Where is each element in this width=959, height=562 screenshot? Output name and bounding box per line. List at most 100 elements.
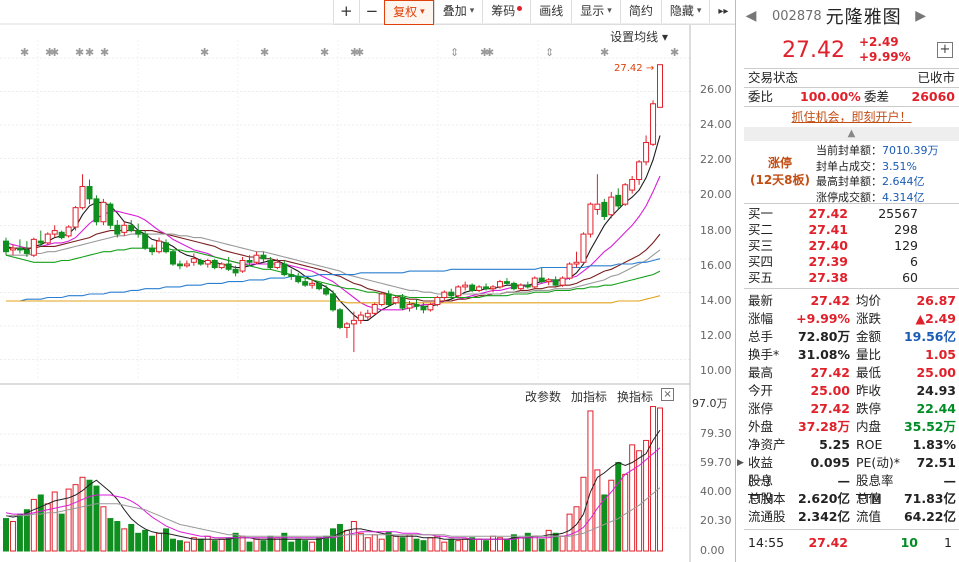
bid-row[interactable]: 买一 27.42 25567 [744,206,959,222]
candle-up [239,260,246,272]
limit-up-subtitle: (12天8板) [749,173,811,187]
candle-up [587,203,594,235]
candle-down [225,263,232,270]
candle-up [608,196,615,216]
candle-up [434,296,441,306]
quote-value: 27.42 [810,401,850,416]
volume-bar [169,538,176,552]
weicha-value: 26060 [911,89,956,104]
volume-bar [211,540,218,552]
quote-key: 最低 [856,365,882,380]
bid-row[interactable]: 买四 27.39 6 [744,254,959,270]
candle-up [392,296,399,304]
quote-key: ROE [856,437,883,452]
bid-row[interactable]: 买五 27.38 60 [744,270,959,286]
candle-up [190,258,197,263]
kline-chart-area[interactable]: ✱ ✱ ✱ ✱ ✱ ✱ ✱ ✱ ✱ ✱ ✱ ⇕ ✱ ✱ ⇕ ✱ ✱ + − 复权 ▾ 叠加 ▾ 筹码 画线 显示 ▾ 简约 隐藏 ▾ ▸▸… [0,0,737,562]
draw-line-button[interactable]: 画线 [530,0,571,23]
volume-bar [413,538,420,552]
candle-up [51,230,58,235]
candle-up [65,226,72,237]
quote-key: 涨停 [748,401,774,416]
volume-bar [142,529,149,552]
candle-up [30,238,37,256]
notify-dot-icon [517,5,523,11]
candle-up [343,323,350,328]
volume-bar [58,513,65,552]
expand-toolbar-icon[interactable]: ▸▸ [709,0,736,23]
volume-bar [343,529,350,552]
limit-up-title: 涨停 [767,156,792,170]
event-marker-icon: ✱ [50,46,59,59]
trade-status-row: 交易状态 已收市 [744,69,959,87]
volume-bar [629,444,636,552]
volume-bar [246,541,253,552]
add-indicator-button[interactable]: 加指标 [571,388,607,405]
bid-price: 27.41 [808,222,848,237]
tick-volume: 10 [900,535,918,550]
volume-bar [100,506,107,552]
candle-down [552,279,559,286]
bid-volume: 298 [894,222,918,237]
bid-row[interactable]: 买三 27.40 129 [744,238,959,254]
bid-row[interactable]: 买二 27.41 298 [744,222,959,238]
caret-down-icon: ▾ [420,7,425,17]
kline-svg[interactable]: ✱ ✱✱ ✱ ✱ ✱ ✱ ✱ ✱ ✱✱ ⇕ ✱✱ ⇕ ✱ ✱ [0,0,736,562]
switch-indicator-button[interactable]: 换指标 [617,388,653,405]
overlay-button[interactable]: 叠加 ▾ [433,0,483,23]
quote-key: 金额 [856,329,882,344]
candle-down [413,304,420,307]
hide-button[interactable]: 隐藏 ▾ [660,0,710,23]
candle-up [309,282,316,286]
candle-up [566,263,573,279]
volume-axis-label: 40.00 [700,485,732,499]
limit-up-box: 涨停 (12天8板) 当前封单额：7010.39万 封单占成交：3.51% 最高封单… [744,141,959,204]
open-account-link[interactable]: 抓住机会，即刻开户！ [744,107,959,127]
zoom-out-button[interactable]: − [358,0,385,23]
quote-value: 22.44 [916,401,956,416]
quote-key: 昨收 [856,383,882,398]
prev-stock-icon[interactable]: ◀ [744,8,758,24]
quote-row: 今开 25.00 昨收 24.93 [744,382,959,400]
display-button[interactable]: 显示 ▾ [571,0,620,23]
stock-header: ◀ 002878 元隆雅图 ▶ [744,0,959,32]
candle-down [420,305,427,311]
collapse-panel-icon[interactable]: ▶ [737,458,744,468]
close-indicator-icon[interactable]: × [661,388,675,401]
quote-row: 流通股 2.342亿 流值 64.22亿 [744,508,959,526]
candle-down [336,309,343,328]
volume-bar [225,537,232,552]
volume-bar [316,537,323,552]
edit-params-button[interactable]: 改参数 [525,388,561,405]
simple-button[interactable]: 简约 [619,0,661,23]
candle-up [476,286,483,291]
volume-bar [267,535,274,552]
ma-setting-button[interactable]: 设置均线 ▾ [610,28,668,45]
quote-value: 24.93 [916,383,956,398]
volume-axis-label: 79.30 [700,427,732,441]
next-stock-icon[interactable]: ▶ [914,8,928,24]
bid-volume: 129 [894,238,918,253]
volume-bar [448,538,455,552]
quote-panel: ◀ 002878 元隆雅图 ▶ 27.42 +2.49 +9.99% + 交易状… [744,0,959,562]
quote-key: 总手 [748,329,774,344]
chips-button[interactable]: 筹码 [482,0,530,23]
volume-bar [462,538,469,552]
quote-value: 72.51 [916,455,956,470]
panel-divider[interactable] [735,0,736,562]
ma-line-ma10 [5,175,661,311]
candle-down [3,240,9,253]
bid-volume: 6 [910,254,918,269]
price-axis-label: 24.00 [700,117,732,131]
adjust-rights-button[interactable]: 复权 ▾ [384,0,434,25]
candle-up [218,263,225,269]
zoom-in-button[interactable]: + [333,0,359,23]
candle-down [107,203,114,226]
limit-up-badge: 涨停 (12天8板) [744,141,816,203]
limit-info-value: 7010.39万 [882,144,939,157]
add-watchlist-icon[interactable]: + [937,42,953,58]
bid-label: 买一 [748,206,774,221]
event-marker-icon: ✱ [485,46,494,59]
volume-bar [420,540,427,552]
collapse-toggle-icon[interactable]: ▲ [744,127,959,141]
